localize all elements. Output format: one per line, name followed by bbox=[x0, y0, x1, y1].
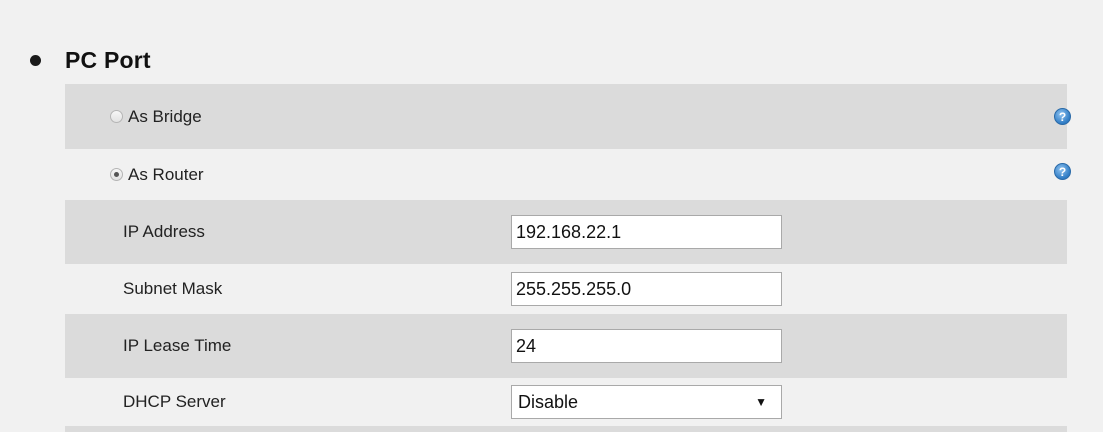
dhcp-server-row: DHCP Server Disable ▼ bbox=[65, 378, 1067, 426]
bullet-icon bbox=[30, 54, 41, 66]
ip-address-row: IP Address bbox=[65, 200, 1067, 264]
as-bridge-option[interactable]: As Bridge bbox=[65, 107, 202, 127]
as-router-label: As Router bbox=[128, 164, 204, 184]
section-header: PC Port bbox=[30, 38, 151, 82]
pc-port-settings-page: PC Port As Bridge ? As Router ? IP Addre… bbox=[0, 0, 1103, 432]
help-icon[interactable]: ? bbox=[1054, 108, 1071, 125]
as-router-radio[interactable] bbox=[110, 168, 123, 181]
dhcp-server-label: DHCP Server bbox=[123, 392, 226, 411]
as-router-row: As Router ? bbox=[65, 149, 1071, 200]
ip-lease-time-label: IP Lease Time bbox=[123, 336, 232, 355]
ip-address-input[interactable] bbox=[511, 215, 782, 249]
section-title: PC Port bbox=[65, 46, 151, 73]
subnet-mask-input[interactable] bbox=[511, 272, 782, 306]
ip-lease-time-row: IP Lease Time bbox=[65, 314, 1067, 378]
subnet-mask-row: Subnet Mask bbox=[65, 264, 1067, 314]
dropdown-arrow-icon: ▼ bbox=[755, 395, 767, 409]
ip-address-label: IP Address bbox=[123, 222, 205, 241]
dhcp-server-selected-value: Disable bbox=[518, 391, 579, 412]
as-bridge-radio[interactable] bbox=[110, 110, 123, 123]
as-bridge-label: As Bridge bbox=[128, 106, 202, 126]
as-bridge-row: As Bridge ? bbox=[65, 84, 1071, 149]
help-icon[interactable]: ? bbox=[1054, 163, 1071, 180]
ip-lease-time-input[interactable] bbox=[511, 329, 782, 363]
subnet-mask-label: Subnet Mask bbox=[123, 279, 223, 298]
next-row-partial bbox=[65, 426, 1067, 432]
dhcp-server-select[interactable]: Disable ▼ bbox=[511, 385, 782, 419]
as-router-option[interactable]: As Router bbox=[65, 165, 204, 185]
